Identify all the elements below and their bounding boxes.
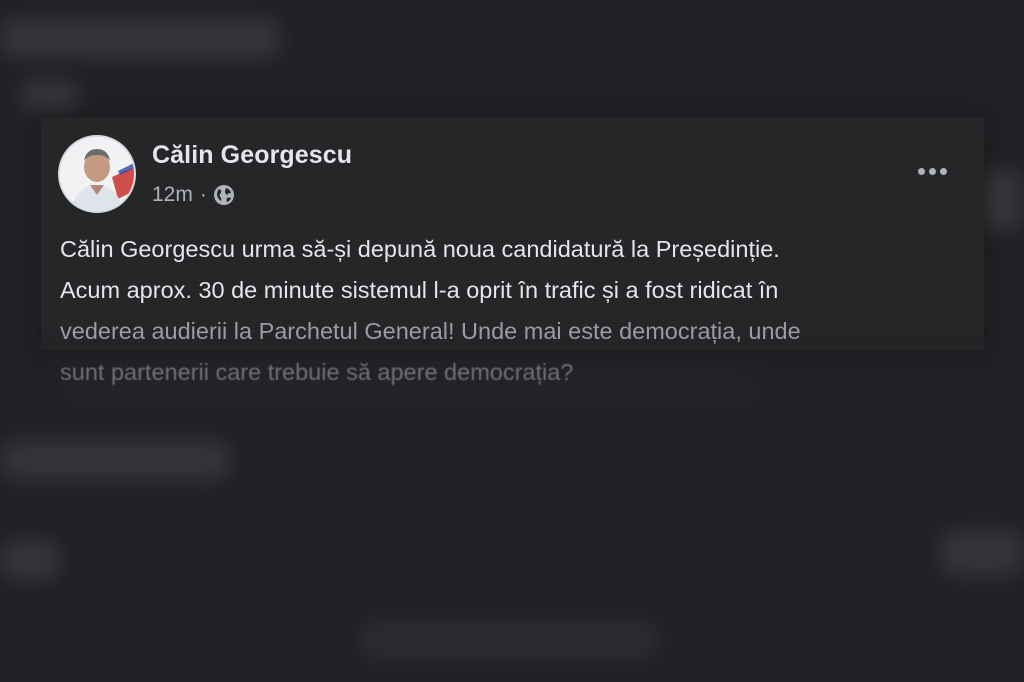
post-meta: 12m · (152, 181, 235, 209)
more-dot-icon (917, 167, 925, 175)
post-text-line: sunt partenerii care trebuie să apere de… (60, 359, 574, 385)
blurred-button (0, 540, 60, 580)
blurred-text-block (0, 440, 230, 480)
more-dot-icon (928, 167, 936, 175)
blurred-header-bar (0, 18, 280, 58)
meta-separator: · (199, 183, 207, 206)
post-text-line: Acum aprox. 30 de minute sistemul l-a op… (60, 277, 779, 303)
blurred-button (940, 530, 1024, 576)
post-text-line: Călin Georgescu urma să-și depună noua c… (60, 236, 780, 262)
post-text-line: vederea audierii la Parchetul General! U… (60, 318, 801, 344)
more-dot-icon (939, 167, 947, 175)
blurred-side-element (980, 170, 1024, 230)
post-body: Călin Georgescu urma să-și depună noua c… (60, 229, 960, 393)
author-name[interactable]: Călin Georgescu (152, 141, 352, 170)
blurred-feed-background: Călin Georgescu 12m · Călin Georgescu ur… (0, 0, 1024, 682)
more-options-button[interactable] (912, 158, 952, 184)
post-timestamp[interactable]: 12m (152, 183, 193, 207)
author-avatar[interactable] (58, 135, 136, 213)
blurred-icon (20, 80, 80, 110)
blurred-action-bar (360, 620, 660, 660)
avatar-portrait-icon (60, 137, 134, 211)
globe-icon[interactable] (213, 184, 235, 206)
